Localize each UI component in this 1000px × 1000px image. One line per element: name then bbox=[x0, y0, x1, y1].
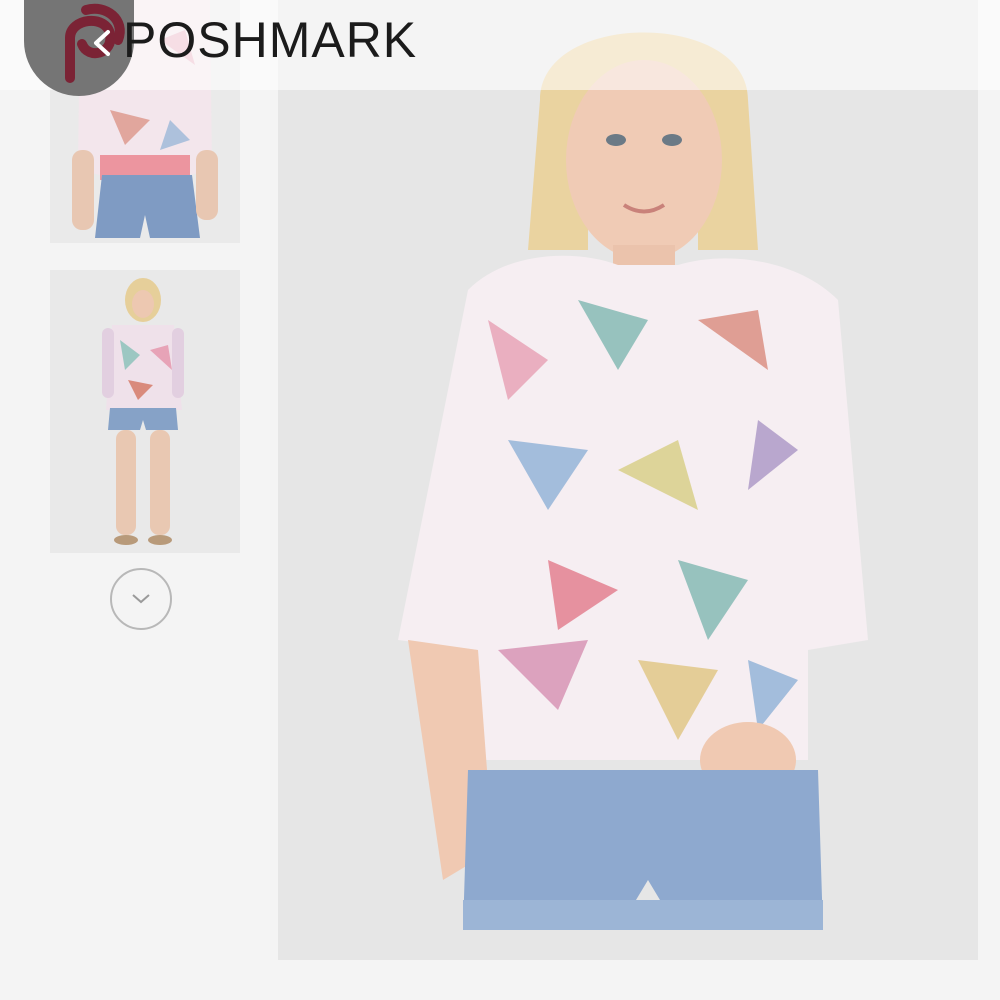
thumbnail-2-photo bbox=[50, 270, 240, 553]
chevron-down-icon bbox=[132, 594, 150, 604]
bottom-margin bbox=[0, 960, 1000, 1000]
brand-name: POSHMARK bbox=[123, 12, 418, 68]
more-images-button[interactable] bbox=[110, 568, 172, 630]
main-product-image[interactable] bbox=[278, 0, 978, 960]
right-margin bbox=[978, 0, 1000, 1000]
app-frame: POSHMARK bbox=[0, 0, 1000, 1000]
thumbnail-gallery bbox=[0, 0, 280, 1000]
thumbnail-2[interactable] bbox=[50, 270, 240, 553]
chevron-left-icon bbox=[94, 30, 110, 56]
product-photo bbox=[278, 0, 978, 960]
